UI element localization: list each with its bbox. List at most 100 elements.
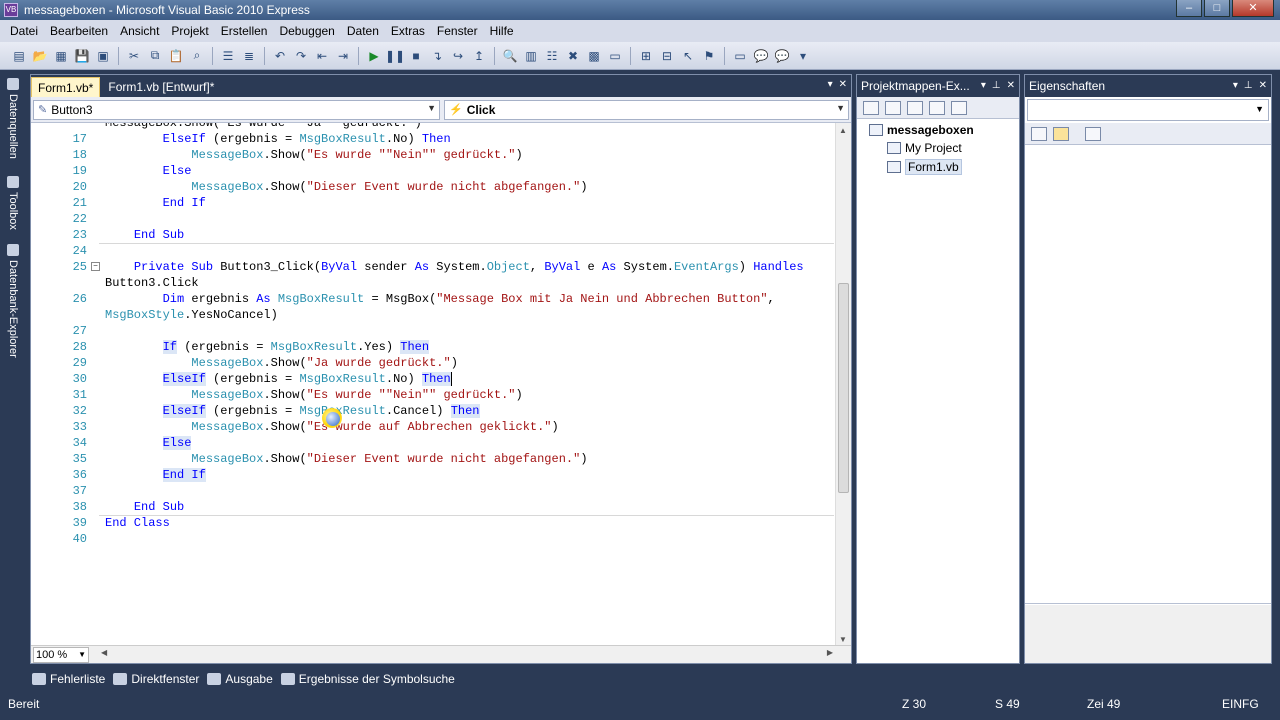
menu-datei[interactable]: Datei — [4, 20, 44, 42]
alphabetical-icon[interactable] — [1053, 126, 1069, 141]
toolbar-options-icon[interactable]: ▾ — [794, 47, 812, 65]
menu-bearbeiten[interactable]: Bearbeiten — [44, 20, 114, 42]
scroll-right-icon[interactable]: ▶ — [827, 648, 833, 657]
chevron-down-icon[interactable]: ▼ — [78, 648, 86, 662]
code-line[interactable]: MsgBoxStyle.YesNoCancel) — [31, 307, 836, 323]
code-line[interactable]: 20 MessageBox.Show("Dieser Event wurde n… — [31, 179, 836, 195]
tree-item-form1[interactable]: Form1.vb — [887, 159, 962, 175]
code-line[interactable]: 39 End Class — [31, 515, 836, 531]
code-line[interactable]: 21 End If — [31, 195, 836, 211]
horizontal-scrollbar[interactable]: ◀ ▶ — [101, 648, 833, 662]
code-line[interactable]: 35 MessageBox.Show("Dieser Event wurde n… — [31, 451, 836, 467]
code-line[interactable]: 34 Else — [31, 435, 836, 451]
code-line[interactable]: 28 If (ergebnis = MsgBoxResult.Yes) Then — [31, 339, 836, 355]
refresh-icon[interactable] — [907, 100, 923, 115]
close-button[interactable]: ✕ — [1232, 0, 1274, 17]
bookmark-icon[interactable]: ⚑ — [700, 47, 718, 65]
tab-toolbox[interactable]: Toolbox — [4, 176, 22, 230]
tab-ausgabe[interactable]: Ausgabe — [207, 672, 273, 686]
comment-icon[interactable]: ☰ — [219, 47, 237, 65]
chevron-down-icon[interactable]: ▼ — [836, 103, 845, 113]
menu-fenster[interactable]: Fenster — [431, 20, 484, 42]
code-line[interactable]: 24 — [31, 243, 836, 259]
pause-icon[interactable]: ❚❚ — [385, 47, 405, 65]
code-line[interactable]: Button3.Click — [31, 275, 836, 291]
code-line[interactable]: 31 MessageBox.Show("Es wurde ""Nein"" ge… — [31, 387, 836, 403]
step-out-icon[interactable]: ↥ — [470, 47, 488, 65]
close-panel-icon[interactable]: ✕ — [1007, 75, 1015, 97]
object-browser-icon[interactable]: ▩ — [585, 47, 603, 65]
chevron-down-icon[interactable]: ▼ — [1255, 104, 1264, 114]
property-pages-icon[interactable] — [1085, 126, 1101, 141]
menu-debuggen[interactable]: Debuggen — [273, 20, 340, 42]
code-line[interactable]: 40 — [31, 531, 836, 547]
toolbox-icon[interactable]: ✖ — [564, 47, 582, 65]
pointer-tool-icon[interactable]: ↖ — [679, 47, 697, 65]
event-combo[interactable]: ⚡ Click ▼ — [444, 99, 849, 120]
properties-object-combo[interactable]: ▼ — [1027, 99, 1269, 121]
code-line[interactable]: 23 End Sub — [31, 227, 836, 243]
tab-form1-vb[interactable]: Form1.vb* — [31, 77, 101, 97]
code-line[interactable]: 17 ElseIf (ergebnis = MsgBoxResult.No) T… — [31, 131, 836, 147]
menu-extras[interactable]: Extras — [385, 20, 431, 42]
view-code-icon[interactable] — [929, 100, 945, 115]
panel-dropdown-icon[interactable]: ▾ — [981, 75, 986, 97]
pin-icon[interactable]: ⊥ — [1244, 75, 1253, 97]
comment-bubble-icon[interactable]: 💬 — [752, 47, 770, 65]
collapse-icon[interactable]: − — [91, 262, 100, 271]
code-line[interactable]: 36 End If — [31, 467, 836, 483]
align-icon[interactable]: ⊟ — [658, 47, 676, 65]
object-combo[interactable]: ✎ Button3 ▼ — [33, 99, 440, 120]
navigate-back-icon[interactable]: ⇤ — [313, 47, 331, 65]
tab-datenquellen[interactable]: Datenquellen — [4, 78, 22, 159]
tab-form1-designer[interactable]: Form1.vb [Entwurf]* — [102, 77, 220, 97]
solution-explorer-icon[interactable]: ▥ — [522, 47, 540, 65]
window-icon[interactable]: ▭ — [731, 47, 749, 65]
menu-ansicht[interactable]: Ansicht — [114, 20, 165, 42]
tab-symbolsuche[interactable]: Ergebnisse der Symbolsuche — [280, 672, 455, 686]
view-designer-icon[interactable] — [951, 100, 967, 115]
tab-fehlerliste[interactable]: Fehlerliste — [32, 672, 105, 686]
paste-icon[interactable]: 📋 — [167, 47, 185, 65]
chevron-down-icon[interactable]: ▼ — [427, 103, 436, 113]
navigate-forward-icon[interactable]: ⇥ — [334, 47, 352, 65]
start-debugging-icon[interactable]: ▶ — [365, 47, 383, 65]
start-page-icon[interactable]: ▭ — [606, 47, 624, 65]
code-line[interactable]: 27 — [31, 323, 836, 339]
zoom-combo[interactable]: 100 % ▼ — [33, 646, 89, 663]
step-into-icon[interactable]: ↴ — [428, 47, 446, 65]
save-all-icon[interactable]: ▣ — [94, 47, 112, 65]
scroll-down-icon[interactable]: ▼ — [839, 635, 847, 644]
properties-tool-icon[interactable] — [863, 100, 879, 115]
scroll-thumb[interactable] — [838, 283, 849, 493]
properties-divider[interactable] — [1025, 603, 1271, 604]
scroll-up-icon[interactable]: ▲ — [839, 126, 847, 135]
copy-icon[interactable]: ⧉ — [146, 47, 164, 65]
vertical-scrollbar[interactable]: ▲ ▼ — [835, 123, 851, 647]
format-icon[interactable]: ⊞ — [637, 47, 655, 65]
tree-item-project[interactable]: messageboxen — [869, 123, 974, 137]
menu-erstellen[interactable]: Erstellen — [215, 20, 274, 42]
minimize-button[interactable]: – — [1176, 0, 1202, 17]
tree-item-my-project[interactable]: My Project — [887, 141, 962, 155]
tab-datenbank-explorer[interactable]: Datenbank-Explorer — [4, 244, 22, 358]
properties-icon[interactable]: ☷ — [543, 47, 561, 65]
show-all-files-icon[interactable] — [885, 100, 901, 115]
tab-direktfenster[interactable]: Direktfenster — [113, 672, 199, 686]
new-project-icon[interactable]: ▤ — [10, 47, 28, 65]
code-line[interactable]: 32 ElseIf (ergebnis = MsgBoxResult.Cance… — [31, 403, 836, 419]
stop-icon[interactable]: ■ — [407, 47, 425, 65]
code-line[interactable]: 30 ElseIf (ergebnis = MsgBoxResult.No) T… — [31, 371, 836, 387]
code-line[interactable]: 33 MessageBox.Show("Es wurde auf Abbrech… — [31, 419, 836, 435]
scroll-left-icon[interactable]: ◀ — [101, 648, 107, 657]
pin-icon[interactable]: ⊥ — [992, 75, 1001, 97]
code-line[interactable]: 19 Else — [31, 163, 836, 179]
redo-icon[interactable]: ↷ — [292, 47, 310, 65]
step-over-icon[interactable]: ↪ — [449, 47, 467, 65]
save-icon[interactable]: 💾 — [73, 47, 91, 65]
find-icon[interactable]: ⌕ — [188, 47, 206, 65]
close-panel-icon[interactable]: ✕ — [1259, 75, 1267, 97]
code-line[interactable]: 22 — [31, 211, 836, 227]
categorized-icon[interactable] — [1031, 126, 1047, 141]
find-in-files-icon[interactable]: 🔍 — [501, 47, 519, 65]
